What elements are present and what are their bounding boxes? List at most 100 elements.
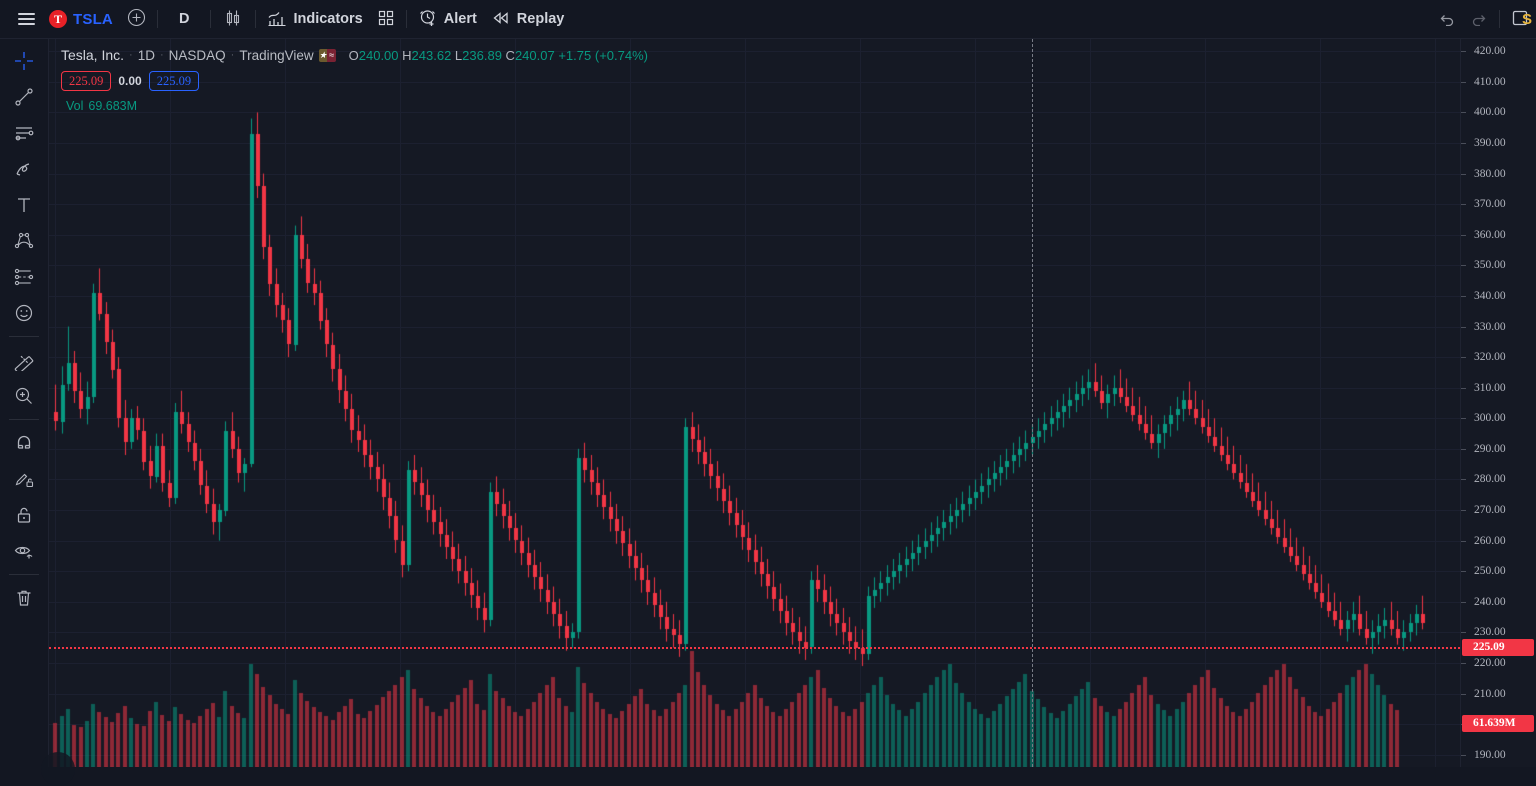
price-badge-neutral: 0.00 — [118, 74, 142, 88]
add-symbol-button[interactable] — [120, 4, 153, 34]
price-tick: 370.00 — [1461, 197, 1536, 211]
alert-button[interactable]: Alert — [411, 4, 484, 34]
high-key: H — [402, 47, 412, 63]
price-axis[interactable]: 420.00 410.00 400.00 390.00 380.00 370.00 360.… — [1460, 39, 1536, 767]
volume-badge[interactable]: 61.639M — [1462, 714, 1534, 732]
rewind-icon — [491, 10, 511, 29]
divider — [210, 10, 212, 28]
price-tick: 270.00 — [1461, 503, 1536, 517]
trend-line-tool[interactable] — [4, 80, 44, 114]
price-tick: 310.00 — [1461, 381, 1536, 395]
approx-icon: ≈ — [327, 48, 336, 62]
remove-drawings-tool[interactable] — [4, 581, 44, 615]
redo-arrow-icon — [1470, 10, 1488, 29]
price-tick: 220.00 — [1461, 656, 1536, 670]
undo-arrow-icon — [1438, 10, 1456, 29]
alarm-clock-plus-icon — [418, 8, 438, 30]
main-menu-button[interactable] — [10, 4, 42, 34]
price-tick: 360.00 — [1461, 228, 1536, 242]
horizontal-lines-tool[interactable] — [4, 116, 44, 150]
price-tick: 350.00 — [1461, 258, 1536, 272]
indicators-button[interactable]: Indicators — [260, 4, 369, 34]
divider — [255, 10, 257, 28]
templates-button[interactable] — [370, 4, 402, 34]
measure-ruler-tool[interactable] — [4, 343, 44, 377]
interval-button[interactable]: D — [162, 4, 206, 34]
chart-type-button[interactable] — [215, 4, 251, 34]
text-tool[interactable] — [4, 188, 44, 222]
volume-label: Vol — [66, 99, 84, 113]
top-toolbar: T TSLA D Indicators Alert Replay S — [0, 0, 1536, 39]
price-tick: 380.00 — [1461, 167, 1536, 181]
save-label-clipped[interactable]: S — [1522, 0, 1536, 39]
last-price-line — [49, 647, 1460, 650]
symbol-search-button[interactable]: T TSLA — [42, 4, 120, 34]
replay-label: Replay — [516, 11, 565, 27]
price-badge-blue[interactable]: 225.09 — [148, 71, 200, 91]
close-value: 240.07 — [514, 47, 555, 63]
candlestick-plot[interactable] — [49, 39, 1460, 767]
patterns-tool[interactable] — [4, 224, 44, 258]
price-tick: 390.00 — [1461, 136, 1536, 150]
divider — [156, 10, 158, 28]
divider — [9, 419, 39, 420]
separator-dot: · — [129, 49, 133, 61]
alert-label: Alert — [443, 11, 477, 27]
price-tick: 230.00 — [1461, 625, 1536, 639]
star-icon: ★ — [318, 48, 328, 62]
interval-label: D — [178, 11, 190, 27]
price-tick: 290.00 — [1461, 442, 1536, 456]
price-tick: 340.00 — [1461, 289, 1536, 303]
lock-drawings-tool[interactable] — [4, 498, 44, 532]
change-percent: (+0.74%) — [594, 47, 648, 63]
last-price-badge[interactable]: 225.09 — [1462, 638, 1534, 656]
divider — [9, 574, 39, 575]
chart-canvas[interactable]: Tesla, Inc. · 1D · NASDAQ · TradingView … — [49, 39, 1460, 767]
price-tick: 260.00 — [1461, 534, 1536, 548]
separator-dot: · — [230, 49, 235, 61]
divider — [9, 336, 39, 337]
emoji-tool[interactable] — [4, 296, 44, 330]
legend-exchange: NASDAQ — [168, 47, 226, 63]
volume-legend[interactable]: Vol 69.683M — [61, 99, 648, 113]
crosshair-tool[interactable] — [4, 44, 44, 78]
market-status-icon[interactable]: ★ ≈ — [318, 48, 336, 62]
ohlc-values: O240.00 H243.62 L236.89 C240.07 +1.75 (+… — [349, 48, 648, 63]
zoom-in-tool[interactable] — [4, 379, 44, 413]
price-tick: 190.00 — [1461, 748, 1536, 762]
session-marker-line — [1032, 39, 1033, 767]
legend-badges-row: 225.09 0.00 225.09 — [61, 71, 648, 91]
indicators-label: Indicators — [293, 11, 363, 27]
indicators-chart-icon — [267, 9, 287, 30]
legend-interval[interactable]: 1D — [138, 48, 155, 63]
brush-tool[interactable] — [4, 152, 44, 186]
forecast-tool[interactable] — [4, 260, 44, 294]
price-tick: 250.00 — [1461, 564, 1536, 578]
divider — [1499, 10, 1500, 28]
tesla-logo-icon: T — [49, 10, 67, 28]
separator-dot: · — [159, 49, 164, 61]
go-to-realtime-button[interactable] — [41, 752, 75, 786]
price-tick: 330.00 — [1461, 320, 1536, 334]
undo-button[interactable] — [1431, 4, 1463, 34]
grid-templates-icon — [377, 9, 395, 30]
price-tick: 280.00 — [1461, 472, 1536, 486]
drawing-mode-lock-tool[interactable] — [4, 462, 44, 496]
legend-source: TradingView — [239, 47, 314, 63]
hide-drawings-tool[interactable] — [4, 534, 44, 568]
price-tick: 300.00 — [1461, 411, 1536, 425]
price-tick: 240.00 — [1461, 595, 1536, 609]
price-tick: 210.00 — [1461, 687, 1536, 701]
symbol-label: TSLA — [73, 10, 113, 28]
replay-button[interactable]: Replay — [484, 4, 572, 34]
price-tick: 410.00 — [1461, 75, 1536, 89]
magnet-tool[interactable] — [4, 426, 44, 460]
price-badge-red[interactable]: 225.09 — [61, 71, 112, 91]
high-value: 243.62 — [411, 47, 452, 63]
price-tick: 320.00 — [1461, 350, 1536, 364]
volume-value: 69.683M — [88, 99, 138, 113]
chart-legend: Tesla, Inc. · 1D · NASDAQ · TradingView … — [61, 47, 648, 113]
instrument-name[interactable]: Tesla, Inc. — [61, 47, 124, 63]
low-value: 236.89 — [462, 47, 502, 63]
redo-button[interactable] — [1463, 4, 1495, 34]
